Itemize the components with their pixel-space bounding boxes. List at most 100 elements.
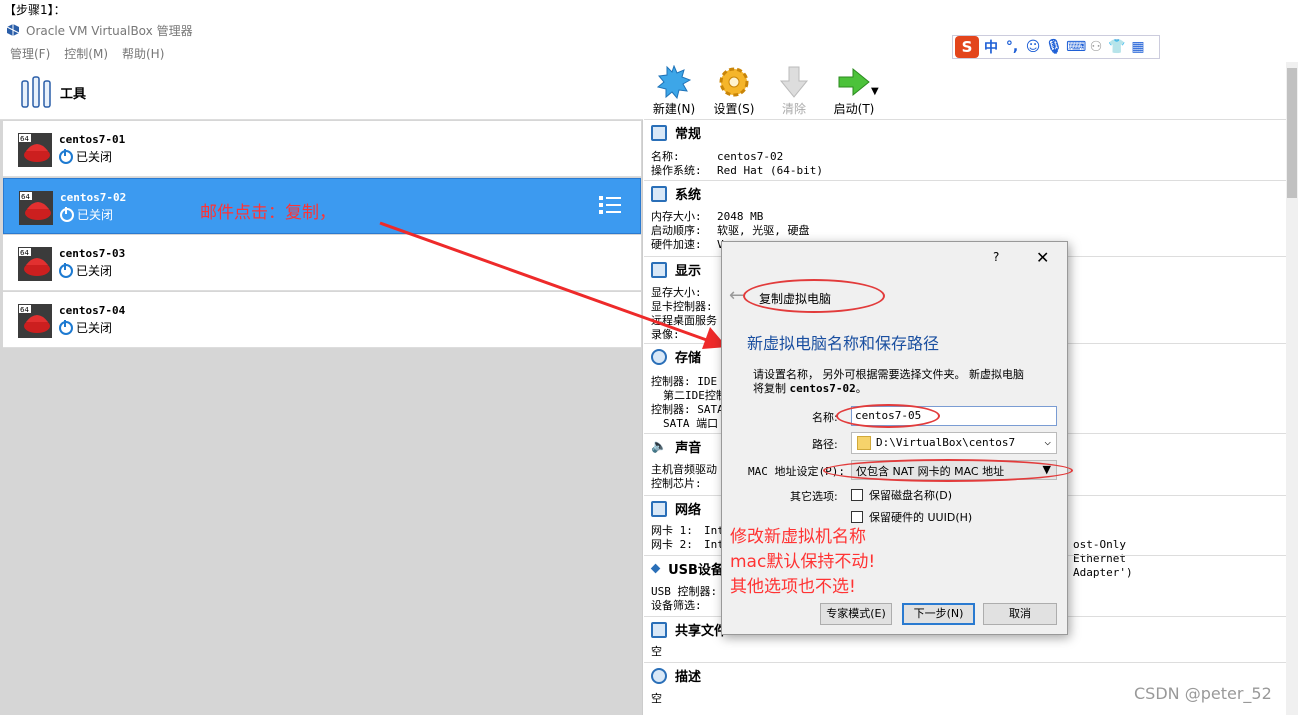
list-menu-icon[interactable] (598, 193, 622, 217)
ime-toolbar[interactable]: S 中 °, ☺ 🎙 ⌨ ⚇ 👕 ▦ (952, 35, 1160, 59)
keyboard-icon[interactable]: ⌨ (1066, 39, 1086, 55)
redhat-vm-icon: 64 (18, 133, 52, 167)
redhat-vm-icon: 64 (18, 247, 52, 281)
system-icon (651, 185, 667, 202)
vm-state: 已关闭 (59, 148, 112, 165)
section-title: 共享文件 (675, 624, 728, 639)
power-off-icon (60, 206, 74, 222)
section-general: 常规 名称: centos7-02 操作系统: Red Hat (64-bit) (644, 119, 1286, 179)
folder-icon (857, 436, 871, 450)
discard-label: 清除 (781, 102, 806, 116)
redhat-vm-icon: 64 (19, 191, 53, 225)
settings-label: 设置(S) (713, 102, 755, 116)
toolbox-icon[interactable]: ▦ (1129, 39, 1147, 55)
usb-icon: ⬥ (651, 561, 661, 576)
settings-button[interactable]: 设置(S) (710, 64, 758, 118)
tools-item[interactable]: 工具 (0, 62, 643, 120)
tools-label: 工具 (60, 87, 87, 102)
description-icon (651, 667, 667, 684)
virtualbox-icon (6, 24, 20, 36)
user-icon[interactable]: ⚇ (1087, 39, 1105, 55)
watermark: CSDN @peter_52 (1134, 684, 1272, 703)
section-title: USB设备 (668, 563, 724, 578)
next-button[interactable]: 下一步(N) (902, 603, 975, 625)
new-label: 新建(N) (652, 102, 696, 116)
start-dropdown-icon[interactable]: ▼ (871, 86, 879, 97)
other-options-label: 其它选项: (790, 490, 838, 503)
highlight-title-ellipse (743, 279, 885, 313)
path-select[interactable]: D:\VirtualBox\centos7 ⌵ (851, 432, 1057, 454)
power-off-icon (59, 319, 73, 335)
section-title: 系统 (675, 188, 702, 203)
svg-text:64: 64 (20, 135, 29, 143)
section-title: 常规 (675, 127, 702, 142)
chinese-mode-icon[interactable]: 中 (982, 37, 1000, 57)
vm-name: centos7-03 (59, 247, 126, 260)
discard-button[interactable]: 清除 (770, 64, 818, 118)
network-icon (651, 500, 667, 517)
start-label: 启动(T) (833, 102, 875, 116)
gear-icon (719, 67, 749, 97)
window-title: Oracle VM VirtualBox 管理器 (26, 23, 193, 38)
highlight-mac-ellipse (823, 459, 1073, 482)
vm-state: 已关闭 (59, 262, 112, 279)
power-off-icon (59, 148, 73, 164)
general-name-value: centos7-02 (717, 150, 784, 163)
back-arrow-icon[interactable]: ← (729, 285, 744, 306)
tools-icon (21, 76, 51, 108)
help-button[interactable]: ? (993, 250, 999, 264)
keep-uuid-checkbox[interactable]: 保留硬件的 UUID(H) (851, 509, 972, 525)
folder-icon (651, 621, 667, 638)
scrollbar-thumb[interactable] (1287, 68, 1297, 198)
skin-icon[interactable]: 👕 (1108, 39, 1126, 55)
voice-icon[interactable]: 🎙 (1045, 39, 1063, 55)
general-os-value: Red Hat (64-bit) (717, 164, 823, 177)
expert-mode-button[interactable]: 专家模式(E) (820, 603, 892, 625)
power-off-icon (59, 262, 73, 278)
annotation-arrow (379, 221, 727, 349)
path-label: 路径: (812, 438, 838, 451)
menu-control[interactable]: 控制(M) (64, 45, 108, 62)
new-button[interactable]: 新建(N) (650, 64, 698, 118)
discard-arrow-icon (779, 66, 809, 98)
details-scrollbar[interactable] (1286, 62, 1298, 715)
vm-name: centos7-01 (59, 133, 126, 146)
redhat-vm-icon: 64 (18, 304, 52, 338)
description-value: 空 (651, 692, 662, 705)
chevron-down-icon: ⌵ (1044, 435, 1051, 448)
main-toolbar: 新建(N) 设置(S) 清除 启动(T) (650, 64, 878, 118)
shared-value: 空 (651, 645, 662, 658)
svg-text:64: 64 (21, 193, 30, 201)
vm-name: centos7-04 (59, 304, 126, 317)
cancel-button[interactable]: 取消 (983, 603, 1057, 625)
name-label: 名称: (812, 411, 838, 424)
checkbox-box[interactable] (851, 489, 863, 501)
keep-disk-names-checkbox[interactable]: 保留磁盘名称(D) (851, 487, 952, 503)
close-icon[interactable]: ✕ (1036, 248, 1049, 267)
dialog-heading: 新虚拟电脑名称和保存路径 (747, 334, 940, 353)
emoji-icon[interactable]: ☺ (1024, 39, 1042, 55)
speaker-icon: 🔈 (651, 439, 668, 454)
vm-name: centos7-02 (60, 191, 127, 204)
menu-manage[interactable]: 管理(F) (10, 45, 50, 62)
window-titlebar: Oracle VM VirtualBox 管理器 (6, 21, 193, 39)
start-arrow-icon (838, 67, 870, 97)
checkbox-box[interactable] (851, 511, 863, 523)
vm-item-centos7-01[interactable]: 64 centos7-01 已关闭 (3, 121, 641, 177)
section-title: 声音 (675, 441, 702, 456)
dialog-description: 请设置名称， 另外可根据需要选择文件夹。 新虚拟电脑 将复制 centos7-0… (753, 368, 1024, 395)
general-icon (651, 124, 667, 141)
section-title: 网络 (675, 503, 702, 518)
svg-text:64: 64 (20, 306, 29, 314)
step-label: 【步骤1】： (4, 3, 66, 17)
svg-text:64: 64 (20, 249, 29, 257)
punctuation-icon[interactable]: °, (1003, 39, 1021, 55)
vm-state: 已关闭 (60, 206, 113, 223)
sogou-icon[interactable]: S (955, 36, 979, 58)
new-icon (657, 65, 691, 99)
menu-help[interactable]: 帮助(H) (122, 45, 164, 62)
vm-state: 已关闭 (59, 319, 112, 336)
annotation-right-click: 邮件点击：复制， (200, 203, 336, 223)
section-title: 描述 (675, 670, 702, 685)
annotation-instructions: 修改新虚拟机名称 mac默认保持不动! 其他选项也不选! (730, 527, 876, 597)
